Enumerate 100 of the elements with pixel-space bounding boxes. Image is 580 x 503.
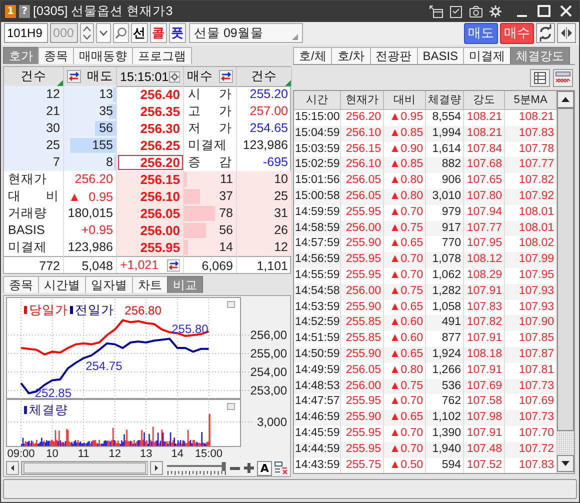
price-cell: 256.25 <box>117 137 184 154</box>
table-cell: 14:46:59 <box>294 410 341 426</box>
table-cell: 107.52 <box>464 458 505 474</box>
axis-label: 256,00 <box>250 328 287 342</box>
tab[interactable]: 종목 <box>38 47 74 64</box>
search-button[interactable] <box>113 23 129 44</box>
table-cell: 255.90 <box>341 346 384 363</box>
tab[interactable]: 호/차 <box>331 47 371 64</box>
refresh-icon[interactable] <box>536 23 555 44</box>
chart-settings-icon[interactable] <box>274 461 288 475</box>
tab[interactable]: BASIS <box>416 47 464 64</box>
table-cell: 14:48:53 <box>294 378 341 394</box>
table-cell: ▲0.75 <box>384 284 426 300</box>
tab[interactable]: 매매동향 <box>73 47 133 64</box>
legend-item: 당일가 <box>24 303 68 317</box>
scroll-left-button[interactable] <box>6 461 19 475</box>
table-cell: 108.01 <box>505 220 557 236</box>
table-cell: 25 <box>237 188 292 205</box>
dropdown-button[interactable] <box>96 23 111 44</box>
field-label: 시 가 <box>184 86 237 103</box>
table-cell: 107.69 <box>464 378 505 394</box>
tab[interactable]: 호/체 <box>293 47 332 64</box>
table-cell: 14:54:58 <box>294 284 341 300</box>
tab[interactable]: 시간별 <box>38 276 86 293</box>
auto-scale-button[interactable]: A <box>257 460 272 476</box>
camera-icon[interactable] <box>469 4 483 18</box>
maximize-icon[interactable] <box>537 4 551 18</box>
zoom-slider[interactable] <box>165 461 228 475</box>
window-title: [0305] 선물옵션 현재가3 <box>33 2 173 20</box>
type-button[interactable]: 선 <box>131 23 148 44</box>
left-right-arrows-icon[interactable] <box>557 23 576 44</box>
tab[interactable]: 종목 <box>3 276 39 293</box>
zoom-in-button[interactable] <box>243 462 256 474</box>
search-icon <box>115 27 127 40</box>
type-button[interactable]: 풋 <box>169 23 186 44</box>
table-cell: 5,048 <box>64 256 117 273</box>
spinner-icon[interactable] <box>80 23 94 44</box>
type-button[interactable]: 콜 <box>150 23 167 44</box>
table-cell: 107.68 <box>464 157 505 174</box>
table-cell: 107.72 <box>505 442 557 458</box>
popout-icon[interactable] <box>429 4 443 18</box>
tab[interactable]: 차트 <box>132 276 168 293</box>
legend-item: 전일가 <box>70 303 114 317</box>
price-cell: 256.40 <box>117 86 184 103</box>
vertical-scrollbar[interactable] <box>557 91 574 473</box>
table-cell: 594 <box>426 458 464 474</box>
tab[interactable]: 전광판 <box>370 47 418 64</box>
table-cell: ▲0.75 <box>384 378 426 394</box>
table-cell: 107.83 <box>505 126 557 142</box>
table-cell: ▲0.65 <box>384 346 426 363</box>
tab[interactable]: 프로그램 <box>132 47 192 64</box>
caret-icon <box>99 30 108 36</box>
column-header: 체결량 <box>426 91 464 110</box>
field-value: 254.65 <box>237 120 292 137</box>
swap-icon[interactable] <box>166 258 180 272</box>
field-label: 저 가 <box>184 120 237 137</box>
scrollbar[interactable] <box>20 461 148 475</box>
panel-toggle-icon[interactable] <box>227 301 235 308</box>
axis-label: 12 <box>108 448 121 460</box>
field-label: 미결제 <box>4 239 64 256</box>
axis-label: 14 <box>171 448 184 460</box>
swap-icon[interactable] <box>67 70 81 83</box>
table-cell: 107.77 <box>505 157 557 174</box>
panel-toggle-icon[interactable] <box>227 403 235 410</box>
field-label: BASIS <box>4 222 64 239</box>
table-cell: 107.77 <box>464 220 505 236</box>
table-cell: 108.12 <box>464 252 505 268</box>
table-cell: 107.93 <box>505 284 557 300</box>
close-icon[interactable] <box>559 4 573 18</box>
sort-marker-icon <box>285 80 291 86</box>
table-cell: 14:58:59 <box>294 220 341 236</box>
table-cell: 256.10 <box>341 157 384 174</box>
chart-view-icon[interactable] <box>553 69 573 87</box>
column-header: 5분MA <box>505 91 557 110</box>
column-header: 강도 <box>464 91 505 110</box>
scroll-right-button[interactable] <box>150 461 164 475</box>
change-sign: ▲ <box>68 190 81 204</box>
name-field[interactable]: 선물 09월물 <box>189 23 303 44</box>
swap-icon[interactable] <box>219 70 233 83</box>
table-cell-text: 35 <box>98 103 114 120</box>
table-view-icon[interactable] <box>530 69 550 87</box>
tab[interactable]: 미결제 <box>463 47 512 64</box>
table-cell-text: 11 <box>219 171 234 188</box>
table-cell: 12 <box>237 239 292 256</box>
table-cell: 256.10 <box>341 126 384 142</box>
axis-label: 13 <box>140 448 152 460</box>
resize-grip-icon <box>292 34 298 40</box>
code-field[interactable]: 101H9 <box>4 23 48 44</box>
price-cell: 256.10 <box>117 188 184 205</box>
table-cell: ▲0.75 <box>384 220 426 236</box>
table-cell: 107.90 <box>505 315 557 332</box>
value-label: 254.75 <box>86 359 122 374</box>
field-value: 0.95 <box>88 190 113 204</box>
settings-icon[interactable] <box>489 4 502 18</box>
axis-label: 11 <box>78 448 90 460</box>
buy-button[interactable]: 매수 <box>500 22 534 44</box>
checklist-icon[interactable] <box>449 4 463 18</box>
tab[interactable]: 일자별 <box>85 276 133 293</box>
sell-button[interactable]: 매도 <box>464 22 498 44</box>
field-value: 123,986 <box>237 137 292 154</box>
